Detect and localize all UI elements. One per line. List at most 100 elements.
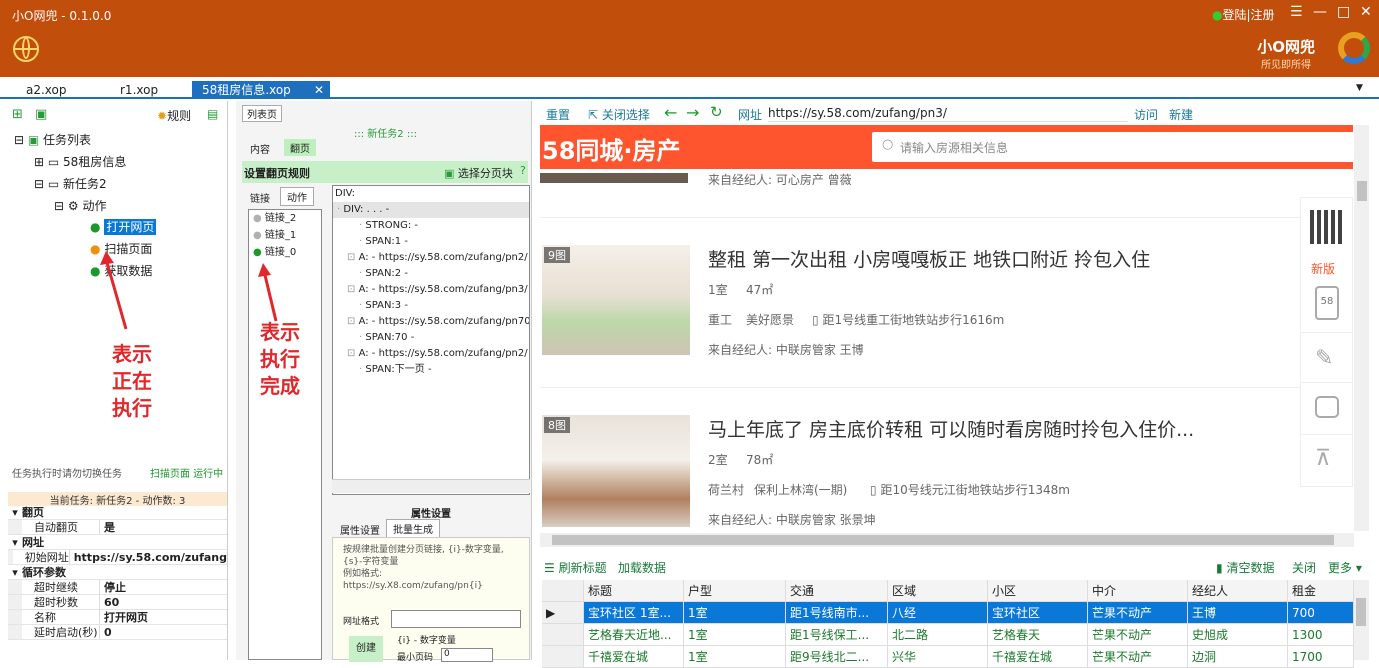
tree-actions[interactable]: ⊟ ⚙ 动作: [54, 197, 106, 214]
listing-image[interactable]: 8图: [542, 415, 690, 527]
more-button[interactable]: 更多 ▾: [1328, 559, 1362, 576]
tab-content[interactable]: 内容: [250, 141, 270, 156]
load-data-button[interactable]: 加载数据: [618, 559, 666, 576]
dom-node[interactable]: · STRONG: -: [333, 218, 529, 234]
listing-loc1[interactable]: 重工: [708, 311, 732, 328]
grid-scrollbar[interactable]: [1354, 580, 1369, 660]
property-group[interactable]: ▾ 循环参数: [8, 565, 227, 580]
listing-image[interactable]: 9图: [542, 245, 690, 355]
scroll-thumb[interactable]: [552, 535, 1334, 545]
rules-button[interactable]: ✹规则: [157, 107, 191, 124]
prop-value[interactable]: 打开网页: [100, 610, 148, 624]
prop-value[interactable]: 是: [100, 520, 115, 534]
property-row[interactable]: 超时继续 停止: [8, 580, 227, 595]
horizontal-scrollbar[interactable]: [540, 533, 1354, 547]
maximize-icon[interactable]: □: [1337, 4, 1350, 20]
minimize-icon[interactable]: —: [1313, 4, 1327, 20]
dom-node[interactable]: · SPAN:70 -: [333, 330, 529, 346]
dom-node[interactable]: · SPAN:1 -: [333, 234, 529, 250]
tab-batch[interactable]: 批量生成: [386, 519, 440, 538]
refresh-icon[interactable]: ↻: [710, 103, 723, 121]
qr-code-icon[interactable]: [1310, 210, 1344, 244]
tab-a2[interactable]: a2.xop: [16, 81, 77, 99]
select-block-button[interactable]: ▣ 选择分页块: [444, 165, 513, 181]
tab-list-page[interactable]: 列表页: [242, 105, 282, 122]
dom-node[interactable]: · DIV: . . . -: [333, 202, 529, 218]
new-version-link[interactable]: 新版: [1311, 260, 1335, 277]
scroll-thumb[interactable]: [1357, 181, 1367, 201]
back-icon[interactable]: ←: [664, 103, 677, 122]
help-icon[interactable]: ?: [520, 164, 526, 177]
tree-task1[interactable]: ⊞ ▭ 58租房信息: [34, 153, 126, 170]
tab-58[interactable]: 58租房信息.xop ✕: [192, 81, 330, 99]
dom-node[interactable]: DIV:: [333, 186, 529, 202]
new-button[interactable]: 新建: [1169, 106, 1193, 123]
clear-data-button[interactable]: ▮ 清空数据: [1216, 559, 1274, 576]
tab-attr[interactable]: 属性设置: [334, 521, 386, 538]
dom-tree[interactable]: DIV: · DIV: . . . - · STRONG: - · SPAN:1 - ⊡…: [332, 185, 530, 495]
tree-root[interactable]: ⊟ ▣ 任务列表: [14, 131, 91, 148]
edit-icon[interactable]: ✎: [1315, 346, 1333, 371]
tab-links[interactable]: 链接: [250, 190, 270, 205]
dom-node[interactable]: ⊡ A: - https://sy.58.com/zufang/pn2/: [333, 250, 529, 266]
tab-action[interactable]: 动作: [280, 187, 314, 206]
property-group[interactable]: ▾ 翻页: [8, 505, 227, 520]
prop-value[interactable]: https://sy.58.com/zufang: [70, 550, 227, 564]
close-select-button[interactable]: ⇱ 关闭选择: [588, 106, 650, 123]
message-icon[interactable]: [1315, 396, 1339, 418]
tree-task2[interactable]: ⊟ ▭ 新任务2: [34, 175, 107, 192]
table-row[interactable]: ▶ 宝环社区 1室... 1室 距1号线南市... 八经 宝环社区 芒果不动产 王博 700: [542, 602, 1354, 624]
reset-button[interactable]: 重置: [546, 106, 570, 123]
site-search-input[interactable]: ○ 请输入房源相关信息: [872, 132, 1353, 162]
dom-node[interactable]: ⊡ A: - https://sy.58.com/zufang/pn2/: [333, 346, 529, 362]
prop-value[interactable]: 停止: [100, 580, 126, 594]
link-item[interactable]: ● 链接_0: [249, 244, 321, 261]
tab-paging[interactable]: 翻页: [284, 139, 316, 156]
property-group[interactable]: ▾ 网址: [8, 535, 227, 550]
url-format-input[interactable]: [391, 610, 521, 628]
globe-icon[interactable]: [13, 36, 39, 62]
add-task-icon[interactable]: ⊞: [12, 107, 23, 122]
mobile-icon[interactable]: 58: [1315, 286, 1339, 320]
forward-icon[interactable]: →: [686, 103, 699, 122]
dom-node[interactable]: · SPAN:3 -: [333, 298, 529, 314]
scroll-thumb[interactable]: [1356, 598, 1366, 626]
link-item[interactable]: ● 链接_1: [249, 227, 321, 244]
table-row[interactable]: 艺格春天近地... 1室 距1号线保工... 北二路 艺格春天 芒果不动产 史旭成 1300: [542, 624, 1354, 646]
tab-dropdown-icon[interactable]: ▼: [1356, 83, 1363, 93]
settings-icon[interactable]: ▤: [207, 107, 218, 121]
login-link[interactable]: ●登陆|注册: [1212, 6, 1275, 23]
listing-loc2[interactable]: 美好愿景: [746, 311, 794, 328]
close-button[interactable]: 关闭: [1292, 559, 1316, 576]
page-scrollbar[interactable]: [1354, 125, 1369, 531]
property-row[interactable]: 自动翻页是: [8, 520, 227, 535]
link-item[interactable]: ● 链接_2: [249, 210, 321, 227]
close-icon[interactable]: ✕: [1360, 4, 1372, 20]
save-icon[interactable]: ▣: [35, 107, 47, 122]
menu-icon[interactable]: ☰: [1290, 4, 1303, 20]
tree-action-open[interactable]: ● 打开网页: [90, 218, 157, 235]
listing-title[interactable]: 马上年底了 房主底价转租 可以随时看房随时拎包入住价...: [708, 415, 1194, 442]
visit-button[interactable]: 访问: [1134, 106, 1158, 123]
dom-node[interactable]: · SPAN:2 -: [333, 266, 529, 282]
dom-node[interactable]: · SPAN:下一页 -: [333, 362, 529, 378]
table-row[interactable]: 千禧爱在城 1室 距9号线北二... 兴华 千禧爱在城 芒果不动产 边洞 1700: [542, 646, 1354, 668]
listing-loc1[interactable]: 荷兰村: [708, 481, 744, 498]
create-button[interactable]: 创建: [349, 636, 383, 662]
refresh-titles-button[interactable]: ☰ 刷新标题: [544, 559, 607, 576]
prop-value[interactable]: 60: [100, 595, 119, 609]
property-row[interactable]: 初始网址 https://sy.58.com/zufang: [8, 550, 227, 565]
tab-close-icon[interactable]: ✕: [314, 81, 324, 99]
back-to-top-icon[interactable]: ⊼: [1315, 446, 1331, 471]
dom-node[interactable]: ⊡ A: - https://sy.58.com/zufang/pn70/: [333, 314, 529, 330]
listing-title[interactable]: 整租 第一次出租 小房嘎嘎板正 地铁口附近 拎包入住: [708, 245, 1150, 272]
address-input[interactable]: https://sy.58.com/zufang/pn3/: [768, 104, 1128, 122]
listing-loc2[interactable]: 保利上林湾(一期): [754, 481, 847, 498]
prop-value[interactable]: 0: [100, 625, 112, 639]
property-row[interactable]: 超时秒数 60: [8, 595, 227, 610]
dom-scrollbar[interactable]: [332, 479, 530, 493]
property-row[interactable]: 延时启动(秒) 0: [8, 625, 227, 640]
dom-node[interactable]: ⊡ A: - https://sy.58.com/zufang/pn3/: [333, 282, 529, 298]
tab-r1[interactable]: r1.xop: [110, 81, 168, 99]
property-row[interactable]: 名称 打开网页: [8, 610, 227, 625]
